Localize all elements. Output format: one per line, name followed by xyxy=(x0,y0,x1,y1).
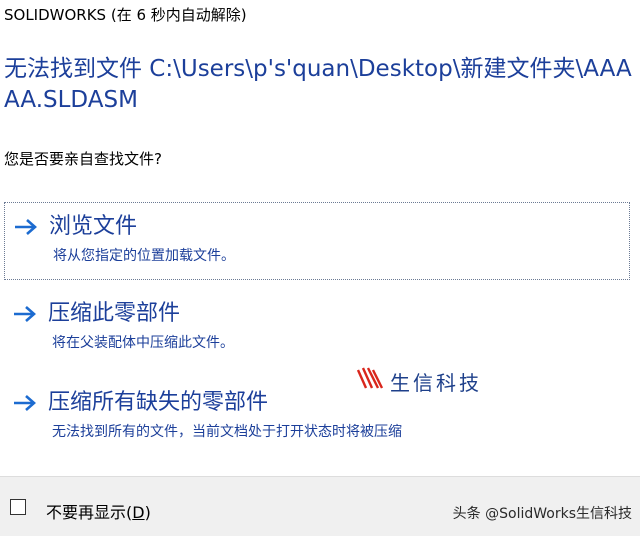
window-titlebar: SOLIDWORKS (在 6 秒内自动解除) xyxy=(0,0,640,28)
watermark-logo-icon xyxy=(356,366,384,396)
dont-show-again-checkbox[interactable] xyxy=(10,499,26,515)
watermark-text: 生信科技 xyxy=(390,370,482,395)
command-description: 将从您指定的位置加载文件。 xyxy=(53,248,235,264)
main-instruction: 无法找到文件 C:\Users\p's'quan\Desktop\新建文件夹\A… xyxy=(4,56,632,113)
command-link-browse[interactable]: 浏览文件 将从您指定的位置加载文件。 xyxy=(4,202,630,280)
right-arrow-icon xyxy=(13,213,49,241)
credit-watermark: 头条 @SolidWorks生信科技 xyxy=(452,506,632,522)
dialog-footer: 不要再显示(D) 头条 @SolidWorks生信科技 xyxy=(0,476,640,536)
command-description: 将在父装配体中压缩此文件。 xyxy=(52,335,234,351)
command-title: 浏览文件 xyxy=(49,214,138,239)
command-link-suppress-component[interactable]: 压缩此零部件 将在父装配体中压缩此文件。 xyxy=(4,296,630,368)
command-title: 压缩所有缺失的零部件 xyxy=(48,390,269,415)
command-description: 无法找到所有的文件，当前文档处于打开状态时将被压缩 xyxy=(52,424,402,440)
window-title: SOLIDWORKS (在 6 秒内自动解除) xyxy=(4,5,247,24)
question-text: 您是否要亲自查找文件? xyxy=(4,150,162,168)
watermark: 生信科技 xyxy=(356,366,482,396)
dont-show-again-label[interactable]: 不要再显示(D) xyxy=(46,499,151,523)
right-arrow-icon xyxy=(12,389,48,417)
command-title: 压缩此零部件 xyxy=(48,301,181,326)
right-arrow-icon xyxy=(12,300,48,328)
command-link-suppress-all-missing[interactable]: 压缩所有缺失的零部件 无法找到所有的文件，当前文档处于打开状态时将被压缩 xyxy=(4,385,630,455)
